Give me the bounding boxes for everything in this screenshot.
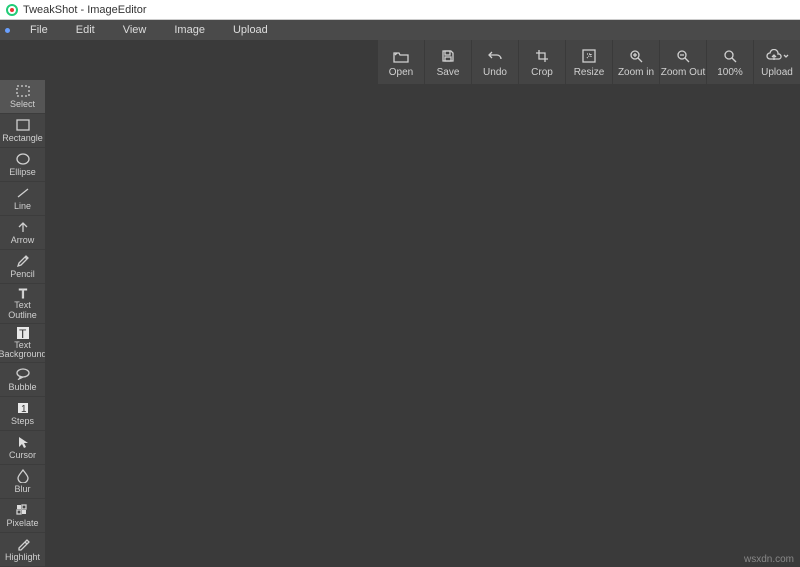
tool-rectangle[interactable]: Rectangle — [0, 114, 45, 148]
tool-ellipse[interactable]: Ellipse — [0, 148, 45, 182]
tool-blur[interactable]: Blur — [0, 465, 45, 499]
tool-select[interactable]: Select — [0, 80, 45, 114]
tool-bubble[interactable]: Bubble — [0, 363, 45, 397]
tool-arrow[interactable]: Arrow — [0, 216, 45, 250]
tool-label: Blur — [14, 485, 30, 494]
menu-view[interactable]: View — [109, 20, 161, 40]
zoom-in-button[interactable]: Zoom in — [612, 40, 659, 84]
text-background-icon: T — [16, 326, 30, 340]
svg-text:T: T — [19, 327, 27, 340]
bubble-icon — [16, 367, 30, 382]
tool-label: Arrow — [11, 236, 35, 245]
window-title: TweakShot - ImageEditor — [23, 4, 147, 16]
resize-button[interactable]: Resize — [565, 40, 612, 84]
upload-button[interactable]: Upload — [753, 40, 800, 84]
tool-label: Line — [14, 202, 31, 211]
open-label: Open — [389, 67, 413, 78]
tool-label: Cursor — [9, 451, 36, 460]
tool-label: Select — [10, 100, 35, 109]
zoom-in-label: Zoom in — [618, 67, 654, 78]
select-icon — [16, 84, 30, 99]
tool-highlight[interactable]: Highlight — [0, 533, 45, 567]
resize-label: Resize — [574, 67, 605, 78]
zoom-out-label: Zoom Out — [661, 67, 705, 78]
upload-icon — [766, 47, 789, 65]
svg-text:T: T — [19, 286, 27, 300]
undo-icon — [487, 47, 503, 65]
steps-icon: 1 — [16, 401, 30, 416]
menu-upload[interactable]: Upload — [219, 20, 282, 40]
ellipse-icon — [16, 152, 30, 167]
menu-image[interactable]: Image — [160, 20, 219, 40]
tool-label: Text Background — [0, 341, 47, 360]
upload-label: Upload — [761, 67, 793, 78]
open-icon — [393, 47, 409, 65]
save-button[interactable]: Save — [424, 40, 471, 84]
cursor-icon — [17, 435, 29, 450]
zoom-100-icon — [723, 47, 737, 65]
crop-button[interactable]: Crop — [518, 40, 565, 84]
open-button[interactable]: Open — [377, 40, 424, 84]
blur-icon — [17, 469, 29, 484]
pixelate-icon — [16, 503, 30, 518]
menubar: File Edit View Image Upload — [0, 20, 800, 40]
tool-label: Ellipse — [9, 168, 36, 177]
line-icon — [16, 186, 30, 201]
crop-icon — [535, 47, 549, 65]
titlebar: TweakShot - ImageEditor — [0, 0, 800, 20]
menu-edit[interactable]: Edit — [62, 20, 109, 40]
zoom-in-icon — [629, 47, 643, 65]
undo-button[interactable]: Undo — [471, 40, 518, 84]
tool-label: Highlight — [5, 553, 40, 562]
tool-label: Steps — [11, 417, 34, 426]
tool-label: Pencil — [10, 270, 35, 279]
save-icon — [441, 47, 455, 65]
tool-label: Rectangle — [2, 134, 43, 143]
tool-steps[interactable]: 1 Steps — [0, 397, 45, 431]
save-label: Save — [437, 67, 460, 78]
menubar-indicator — [5, 28, 10, 33]
undo-label: Undo — [483, 67, 507, 78]
tool-label: Pixelate — [6, 519, 38, 528]
tool-pixelate[interactable]: Pixelate — [0, 499, 45, 533]
resize-icon — [582, 47, 596, 65]
tool-text-background[interactable]: T Text Background — [0, 324, 45, 364]
svg-text:1: 1 — [21, 404, 27, 415]
tool-text-outline[interactable]: T Text Outline — [0, 284, 45, 324]
highlight-icon — [16, 537, 30, 552]
crop-label: Crop — [531, 67, 553, 78]
zoom-out-icon — [676, 47, 690, 65]
rectangle-icon — [16, 118, 30, 133]
tool-label: Bubble — [8, 383, 36, 392]
zoom-out-button[interactable]: Zoom Out — [659, 40, 706, 84]
tool-cursor[interactable]: Cursor — [0, 431, 45, 465]
app-icon — [6, 4, 18, 16]
zoom-100-label: 100% — [717, 67, 743, 78]
watermark: wsxdn.com — [744, 554, 794, 565]
tool-pencil[interactable]: Pencil — [0, 250, 45, 284]
text-outline-icon: T — [16, 286, 30, 300]
canvas-area[interactable] — [45, 84, 800, 567]
menu-file[interactable]: File — [16, 20, 62, 40]
arrow-icon — [16, 220, 30, 235]
pencil-icon — [16, 254, 30, 269]
zoom-100-button[interactable]: 100% — [706, 40, 753, 84]
tool-line[interactable]: Line — [0, 182, 45, 216]
tool-label: Text Outline — [8, 301, 37, 320]
top-toolbar: Open Save Undo Crop Resize Zoom in Zoom … — [377, 40, 800, 84]
tools-sidebar: Select Rectangle Ellipse Line Arrow Penc… — [0, 80, 45, 567]
